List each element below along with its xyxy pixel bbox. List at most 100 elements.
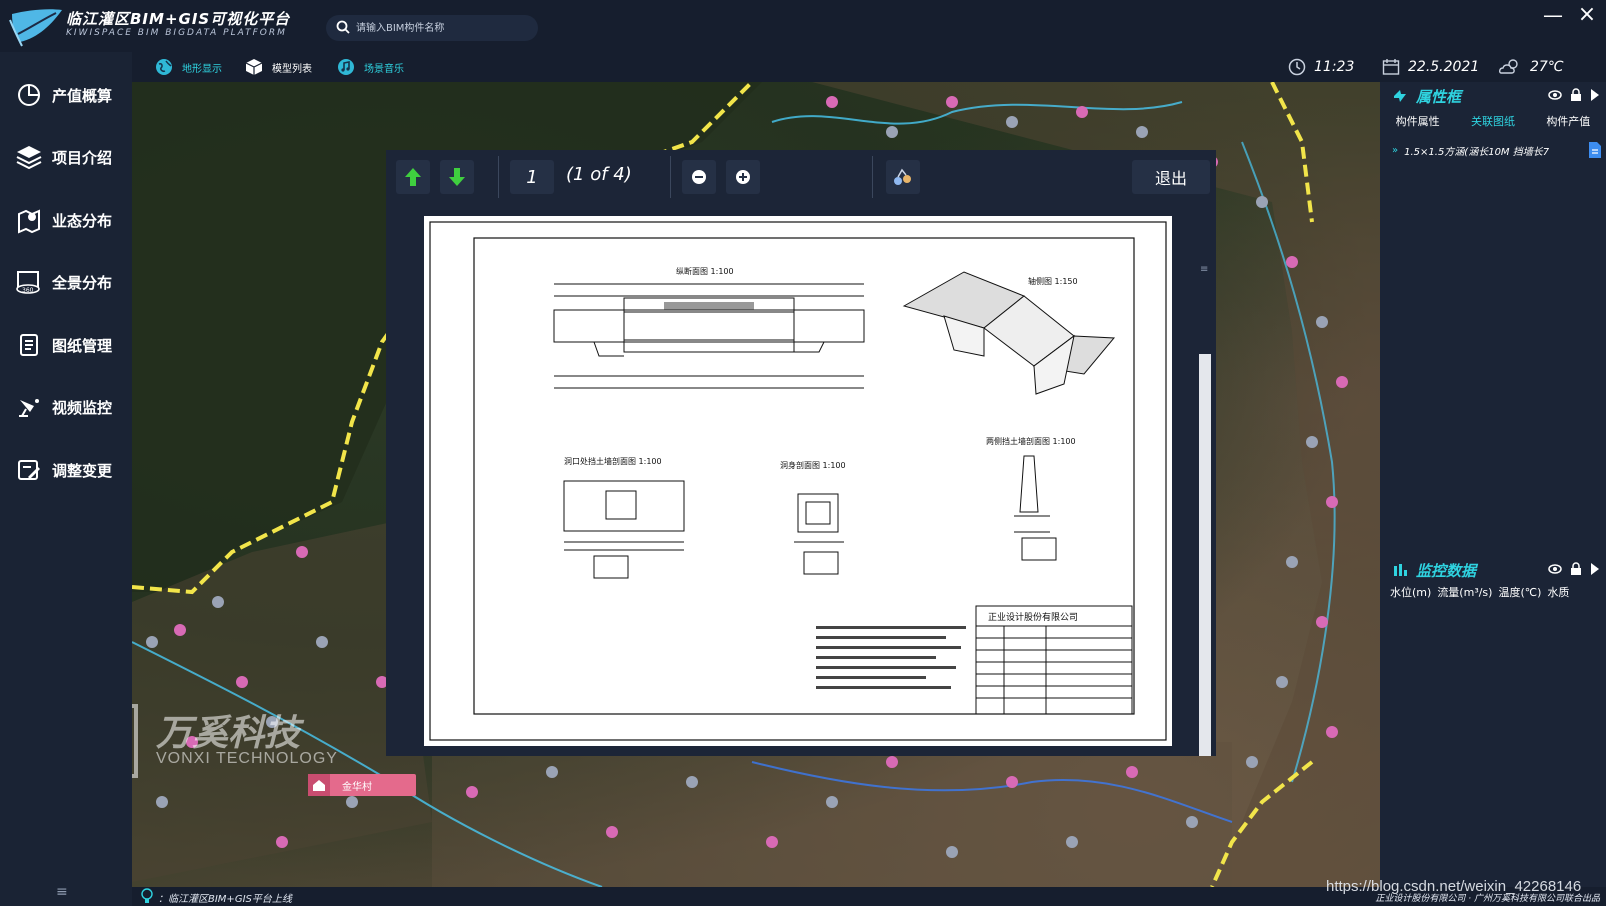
terrain-label: 地形显示	[182, 63, 222, 75]
lightbulb-icon	[141, 888, 153, 903]
search-box[interactable]	[326, 15, 538, 41]
sidebar: 产值概算 项目介绍 业态分布 360 全景分布 图纸管理 视频监控 调整变更 ≡	[0, 52, 132, 906]
sidebar-item-label: 业态分布	[52, 211, 113, 230]
file-icon[interactable]	[1588, 141, 1602, 159]
double-chevron-icon: »	[1392, 144, 1399, 156]
model-list-label: 模型列表	[272, 63, 312, 75]
source-url-watermark: https://blog.csdn.net/weixin_42268146	[1326, 878, 1582, 895]
temperature-value: 27℃	[1530, 59, 1564, 75]
drawing-viewer: 1 (1 of 4) 退出 纵断面图 1:100 轴侧图 1:150 洞口处挡土…	[386, 150, 1216, 756]
partly-cloudy-icon	[1498, 58, 1522, 76]
play-icon[interactable]	[1590, 88, 1600, 102]
document-icon	[14, 330, 44, 360]
weather-status: 27℃	[1498, 56, 1564, 78]
announcement-text: ：临江灌区BIM+GIS平台上线	[158, 894, 292, 905]
scroll-grip-icon: ≡	[1200, 264, 1209, 275]
date-value: 22.5.2021	[1408, 59, 1480, 75]
sidebar-item-drawing-management[interactable]: 图纸管理	[0, 322, 132, 368]
panel-actions	[1548, 88, 1600, 102]
viewer-toolbar: 1 (1 of 4) 退出	[386, 150, 1216, 204]
drawing-sheet[interactable]: 纵断面图 1:100 轴侧图 1:150 洞口处挡土墙剖面图 1:100 洞身剖…	[424, 216, 1172, 746]
terrain-toggle[interactable]: 地形显示	[154, 56, 222, 78]
scene-music-toggle[interactable]: 场景音乐	[336, 56, 404, 78]
viewer-body: 纵断面图 1:100 轴侧图 1:150 洞口处挡土墙剖面图 1:100 洞身剖…	[386, 204, 1216, 756]
minimize-button[interactable]: —	[1540, 5, 1566, 26]
next-page-button[interactable]	[440, 160, 474, 194]
menu-icon[interactable]: ≡	[56, 884, 68, 900]
model-list-button[interactable]: 模型列表	[244, 56, 312, 78]
village-name: 金华村	[342, 781, 372, 793]
side-wall-title: 两侧挡土墙剖面图 1:100	[986, 436, 1076, 446]
page-number-input[interactable]: 1	[510, 160, 554, 194]
right-panel: 属性框 构件属性 关联图纸 构件产值 » 1.5×1.5方涵(涵长10M 挡墙长…	[1380, 82, 1606, 887]
zoom-out-button[interactable]	[682, 160, 716, 194]
time-value: 11:23	[1314, 59, 1355, 75]
clock-icon	[1288, 58, 1306, 76]
toolbar-divider	[872, 156, 873, 198]
sidebar-item-adjust-change[interactable]: 调整变更	[0, 447, 132, 493]
scene-music-label: 场景音乐	[364, 63, 404, 75]
play-icon[interactable]	[1590, 562, 1600, 576]
watermark-logo-icon	[132, 704, 138, 778]
sidebar-item-label: 视频监控	[52, 398, 113, 417]
eye-icon[interactable]	[1548, 562, 1562, 576]
culvert-drawing: 纵断面图 1:100 轴侧图 1:150 洞口处挡土墙剖面图 1:100 洞身剖…	[429, 221, 1167, 741]
search-input[interactable]	[356, 18, 526, 38]
sidebar-item-label: 项目介绍	[52, 148, 113, 167]
map-pin-icon	[14, 205, 44, 235]
bar-chart-icon	[1392, 562, 1408, 578]
cube-icon	[244, 57, 264, 77]
design-company-name: 正业设计股份有限公司	[988, 611, 1078, 623]
sidebar-item-panorama[interactable]: 360 全景分布	[0, 259, 132, 305]
toolbar-divider	[670, 156, 671, 198]
house-icon	[308, 774, 330, 796]
sidebar-item-project-intro[interactable]: 项目介绍	[0, 134, 132, 180]
related-drawing-name: 1.5×1.5方涵(涵长10M 挡墙长7	[1404, 146, 1550, 158]
properties-panel-header: 属性框	[1380, 82, 1606, 110]
sidebar-item-video-monitoring[interactable]: 视频监控	[0, 384, 132, 430]
lock-icon[interactable]	[1570, 88, 1582, 102]
exit-button[interactable]: 退出	[1132, 160, 1210, 194]
app-logo-icon	[8, 4, 64, 48]
properties-tabs: 构件属性 关联图纸 构件产值	[1380, 110, 1606, 134]
sidebar-item-label: 全景分布	[52, 273, 113, 292]
date-status: 22.5.2021	[1382, 56, 1479, 78]
tab-related-drawings[interactable]: 关联图纸	[1455, 110, 1530, 134]
zoom-in-icon	[736, 170, 750, 184]
arrow-down-icon	[449, 168, 465, 186]
mouth-wall-title: 洞口处挡土墙剖面图 1:100	[564, 456, 662, 466]
column-water-quality: 水质	[1547, 586, 1570, 599]
monitor-panel-title: 监控数据	[1416, 561, 1477, 580]
sidebar-item-label: 图纸管理	[52, 336, 113, 355]
calendar-icon	[1382, 58, 1400, 76]
sidebar-item-business-distribution[interactable]: 业态分布	[0, 197, 132, 243]
tab-component-output[interactable]: 构件产值	[1531, 110, 1606, 134]
axonometric-title: 轴侧图 1:150	[1028, 276, 1078, 286]
tools-button[interactable]	[886, 160, 920, 194]
layers-icon	[14, 142, 44, 172]
page-count: (1 of 4)	[566, 164, 632, 185]
sidebar-item-output-estimate[interactable]: 产值概算	[0, 72, 132, 118]
close-button[interactable]: ×	[1574, 4, 1600, 26]
prev-page-button[interactable]	[396, 160, 430, 194]
related-drawing-item[interactable]: » 1.5×1.5方涵(涵长10M 挡墙长7	[1392, 140, 1602, 160]
scrollbar-thumb[interactable]	[1199, 354, 1211, 756]
panorama-360-icon: 360	[14, 267, 44, 297]
sidebar-item-label: 产值概算	[52, 86, 113, 105]
lock-icon[interactable]	[1570, 562, 1582, 576]
app-title: 临江灌区BIM+GIS可视化平台	[66, 10, 291, 28]
village-label[interactable]: 金华村	[308, 774, 416, 796]
eye-icon[interactable]	[1548, 88, 1562, 102]
map-toolbar: 地形显示 模型列表 场景音乐 11:23 22.5.2021 27℃	[132, 52, 1606, 82]
zoom-in-button[interactable]	[726, 160, 760, 194]
column-flow: 流量(m³/s)	[1437, 586, 1493, 599]
properties-icon	[1392, 88, 1408, 104]
longitudinal-section-title: 纵断面图 1:100	[676, 266, 734, 276]
app-subtitle: KIWISPACE BIM BIGDATA PLATFORM	[66, 28, 287, 38]
column-temperature: 温度(℃)	[1498, 586, 1542, 599]
tab-component-attributes[interactable]: 构件属性	[1380, 110, 1455, 134]
toolbar-divider	[498, 156, 499, 198]
search-icon[interactable]	[336, 20, 350, 34]
edit-icon	[14, 455, 44, 485]
camera-icon	[14, 392, 44, 422]
